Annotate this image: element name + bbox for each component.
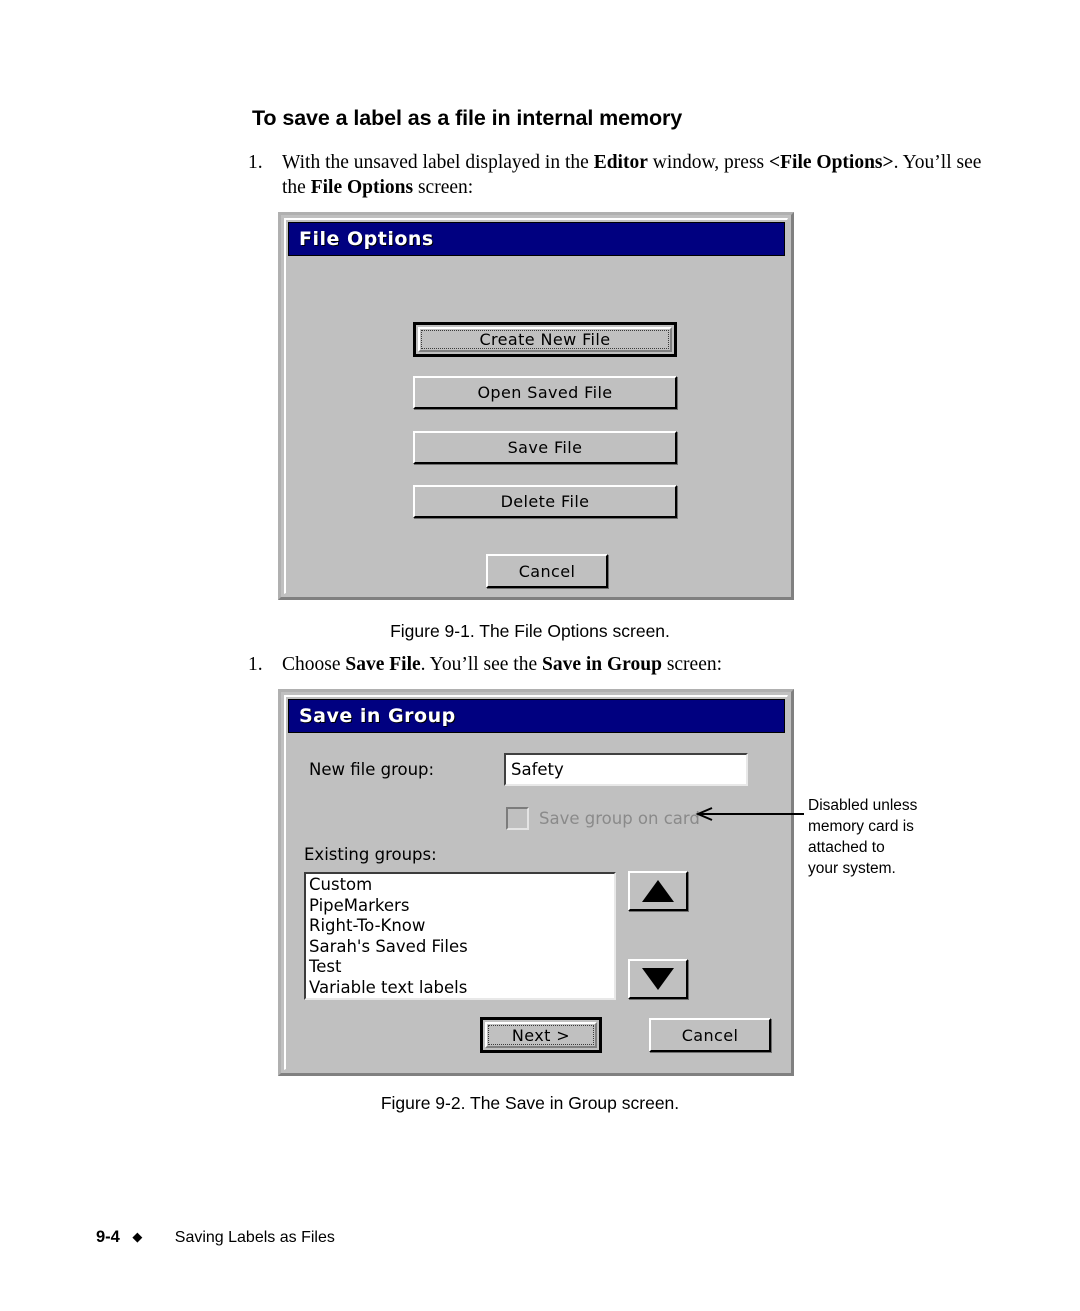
list-item[interactable]: Variable text labels <box>309 978 614 999</box>
new-file-group-label: New file group: <box>309 760 435 779</box>
list-item[interactable]: Right-To-Know <box>309 916 614 937</box>
list-item[interactable]: Test <box>309 957 614 978</box>
titlebar: File Options <box>288 222 785 256</box>
save-group-on-card-checkbox[interactable] <box>506 807 529 830</box>
existing-groups-label: Existing groups: <box>304 845 437 864</box>
list-item[interactable]: Sarah's Saved Files <box>309 937 614 958</box>
callout-line-2: memory card is <box>808 818 914 835</box>
callout-text: Disabled unless memory card is attached … <box>808 795 1008 879</box>
cancel-button[interactable]: Cancel <box>649 1018 771 1052</box>
save-group-on-card-label: Save group on card <box>539 809 700 828</box>
step-number: 1. <box>248 654 263 675</box>
footer-page-number: 9-4 <box>96 1228 120 1246</box>
save-in-group-dialog: Save in Group New file group: Safety Sav… <box>278 689 794 1076</box>
file-options-dialog: File Options Create New File Open Saved … <box>278 212 794 600</box>
delete-file-button[interactable]: Delete File <box>413 485 677 518</box>
dialog-title: File Options <box>299 228 434 250</box>
callout-line <box>700 813 804 815</box>
triangle-down-icon <box>642 968 674 990</box>
open-saved-file-button[interactable]: Open Saved File <box>413 376 677 409</box>
page-footer: 9-4 ◆ Saving Labels as Files <box>96 1228 335 1247</box>
dialog-body: Save in Group New file group: Safety Sav… <box>284 695 788 1070</box>
callout-line-1: Disabled unless <box>808 797 918 814</box>
figure-caption-2: Figure 9-2. The Save in Group screen. <box>380 1093 680 1113</box>
callout-line-3: attached to <box>808 839 885 856</box>
create-new-file-button[interactable]: Create New File <box>413 322 677 357</box>
new-file-group-input[interactable]: Safety <box>504 753 748 786</box>
triangle-up-icon <box>642 880 674 902</box>
button-label: Save File <box>507 438 583 457</box>
callout-line-4: your system. <box>808 860 896 877</box>
save-file-button[interactable]: Save File <box>413 431 677 464</box>
list-item[interactable]: PipeMarkers <box>309 896 614 917</box>
left-arrow-icon <box>695 807 713 821</box>
button-label: Delete File <box>500 492 590 511</box>
footer-section-title: Saving Labels as Files <box>174 1229 335 1246</box>
dialog-title: Save in Group <box>299 705 456 727</box>
next-button[interactable]: Next > <box>480 1017 602 1053</box>
figure-caption-1: Figure 9-1. The File Options screen. <box>390 621 670 641</box>
step-item-2: 1. Choose Save File. You’ll see the Save… <box>248 652 988 677</box>
cancel-button[interactable]: Cancel <box>486 554 608 588</box>
list-item[interactable]: Custom <box>309 875 614 896</box>
existing-groups-listbox[interactable]: Custom PipeMarkers Right-To-Know Sarah's… <box>304 872 616 1000</box>
scroll-down-button[interactable] <box>628 959 688 999</box>
titlebar: Save in Group <box>288 699 785 733</box>
page-title: To save a label as a file in internal me… <box>252 106 683 130</box>
button-label: Open Saved File <box>477 383 613 402</box>
button-label: Cancel <box>518 561 576 581</box>
button-label: Create New File <box>479 330 611 349</box>
step-text: With the unsaved label displayed in the … <box>282 152 982 198</box>
dialog-body: File Options Create New File Open Saved … <box>284 218 788 594</box>
diamond-icon: ◆ <box>132 1229 143 1244</box>
step-item-1: 1. With the unsaved label displayed in t… <box>248 150 988 200</box>
step-number: 1. <box>248 152 263 173</box>
scroll-up-button[interactable] <box>628 871 688 911</box>
button-label: Cancel <box>681 1025 739 1045</box>
step-text: Choose Save File. You’ll see the Save in… <box>282 654 723 675</box>
button-label: Next > <box>511 1025 571 1045</box>
